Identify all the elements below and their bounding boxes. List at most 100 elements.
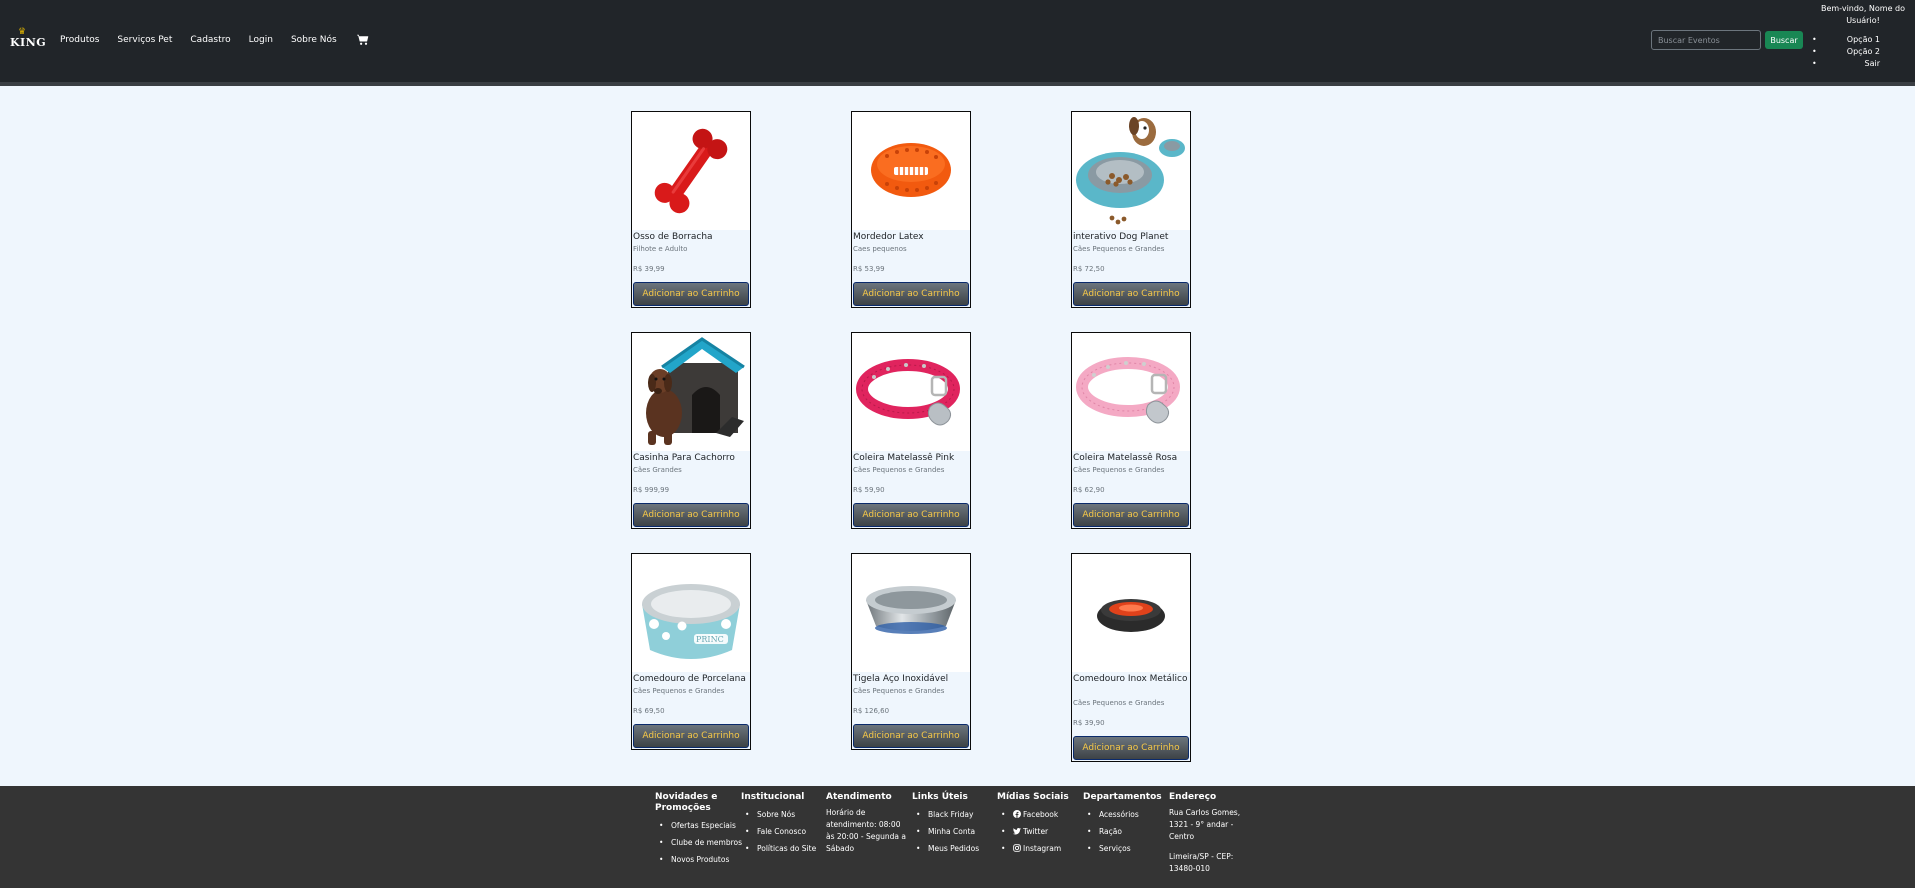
nav-link-servicos-pet[interactable]: Serviços Pet: [117, 33, 172, 47]
footer: Novidades e Promoções Ofertas Especiais …: [0, 786, 1915, 888]
footer-col-novidades: Novidades e Promoções Ofertas Especiais …: [655, 792, 742, 868]
product-subtitle: Cães Pequenos e Grandes: [1073, 699, 1165, 707]
product-title: Casinha Para Cachorro: [633, 453, 735, 463]
footer-link-label: Twitter: [1023, 827, 1049, 836]
footer-link[interactable]: Clube de membros: [655, 834, 742, 851]
product-title: interativo Dog Planet: [1073, 232, 1169, 242]
nav-link-sobre-nos[interactable]: Sobre Nós: [291, 33, 337, 47]
product-price: R$ 126,60: [853, 707, 890, 715]
product-card: Casinha Para Cachorro Cães Grandes R$ 99…: [631, 332, 751, 529]
user-menu-logout[interactable]: Sair: [1810, 58, 1910, 70]
footer-col-departamentos: Departamentos Acessórios Ração Serviços: [1083, 792, 1167, 857]
footer-heading: Atendimento: [826, 792, 892, 802]
footer-link[interactable]: Políticas do Site: [741, 840, 825, 857]
rose-collar-image[interactable]: [1072, 333, 1190, 451]
product-title: Coleira Matelassê Pink: [853, 453, 955, 463]
main-nav: Produtos Serviços Pet Cadastro Login Sob…: [60, 33, 369, 47]
logo-text: KING: [10, 36, 47, 49]
footer-link[interactable]: Ração: [1083, 823, 1167, 840]
footer-link-label: Facebook: [1023, 810, 1059, 819]
footer-col-institucional: Institucional Sobre Nós Fale Conosco Pol…: [741, 792, 825, 857]
footer-col-atendimento: Atendimento Horário de atendimento: 08:0…: [826, 792, 906, 855]
footer-link-twitter[interactable]: Twitter: [997, 823, 1081, 840]
footer-link[interactable]: Fale Conosco: [741, 823, 825, 840]
footer-link[interactable]: Novos Produtos: [655, 851, 739, 868]
product-subtitle: Cães Pequenos e Grandes: [1073, 466, 1165, 474]
product-card: Coleira Matelassê Rosa Cães Pequenos e G…: [1071, 332, 1191, 529]
latex-football-image[interactable]: [852, 112, 970, 230]
king-logo[interactable]: ♛ KING: [10, 28, 46, 52]
user-menu-option-1[interactable]: Opção 1: [1810, 34, 1910, 46]
product-card: Coleira Matelassê Pink Cães Pequenos e G…: [851, 332, 971, 529]
product-price: R$ 62,90: [1073, 486, 1105, 494]
add-to-cart-button[interactable]: Adicionar ao Carrinho: [1073, 503, 1189, 527]
footer-col-links-uteis: Links Úteis Black Friday Minha Conta Meu…: [912, 792, 996, 857]
cart-icon[interactable]: [356, 34, 369, 46]
porcelain-bowl-image[interactable]: PRINC: [632, 554, 750, 672]
search-input[interactable]: [1651, 30, 1761, 50]
footer-address-cep: Limeira/SP - CEP: 13480-010: [1169, 852, 1234, 873]
steel-bowl-image[interactable]: [852, 554, 970, 672]
product-price: R$ 69,50: [633, 707, 665, 715]
twitter-icon: [1013, 827, 1021, 835]
product-price: R$ 59,90: [853, 486, 885, 494]
footer-hours-text: Horário de atendimento: 08:00 às 20:00 -…: [826, 808, 906, 853]
product-subtitle: Cães Pequenos e Grandes: [853, 466, 945, 474]
svg-text:PRINC: PRINC: [696, 635, 724, 644]
footer-link[interactable]: Minha Conta: [912, 823, 996, 840]
add-to-cart-button[interactable]: Adicionar ao Carrinho: [853, 503, 969, 527]
footer-heading: Links Úteis: [912, 792, 968, 802]
product-card: Osso de Borracha Filhote e Adulto R$ 39,…: [631, 111, 751, 308]
product-subtitle: Filhote e Adulto: [633, 245, 688, 253]
dog-house-image[interactable]: [632, 333, 750, 451]
footer-link-facebook[interactable]: Facebook: [997, 806, 1081, 823]
pink-collar-image[interactable]: [852, 333, 970, 451]
instagram-icon: [1013, 844, 1021, 852]
product-card: Comedouro Inox Metálico Cães Pequenos e …: [1071, 553, 1191, 762]
nav-link-produtos[interactable]: Produtos: [60, 33, 99, 47]
footer-link-instagram[interactable]: Instagram: [997, 840, 1081, 857]
footer-col-midias: Mídias Sociais Facebook Twitter Instagra…: [997, 792, 1081, 857]
footer-link[interactable]: Acessórios: [1083, 806, 1167, 823]
product-subtitle: Cães Pequenos e Grandes: [633, 687, 725, 695]
add-to-cart-button[interactable]: Adicionar ao Carrinho: [853, 724, 969, 748]
footer-link[interactable]: Meus Pedidos: [912, 840, 996, 857]
add-to-cart-button[interactable]: Adicionar ao Carrinho: [633, 282, 749, 306]
product-card: Mordedor Latex Caes pequenos R$ 53,99 Ad…: [851, 111, 971, 308]
top-navbar: ♛ KING Produtos Serviços Pet Cadastro Lo…: [0, 0, 1915, 82]
product-subtitle: Cães Pequenos e Grandes: [1073, 245, 1165, 253]
add-to-cart-button[interactable]: Adicionar ao Carrinho: [1073, 282, 1189, 306]
product-card: PRINC Comedouro de Porcelana Cães Pequen…: [631, 553, 751, 750]
footer-link[interactable]: Serviços: [1083, 840, 1167, 857]
product-subtitle: Caes pequenos: [853, 245, 907, 253]
nav-link-login[interactable]: Login: [249, 33, 273, 47]
add-to-cart-button[interactable]: Adicionar ao Carrinho: [853, 282, 969, 306]
search-button[interactable]: Buscar: [1765, 31, 1803, 49]
product-card: interativo Dog Planet Cães Pequenos e Gr…: [1071, 111, 1191, 308]
product-card: Tigela Aço Inoxidável Cães Pequenos e Gr…: [851, 553, 971, 750]
user-menu-option-2[interactable]: Opção 2: [1810, 46, 1910, 58]
add-to-cart-button[interactable]: Adicionar ao Carrinho: [1073, 736, 1189, 760]
product-subtitle: Cães Pequenos e Grandes: [853, 687, 945, 695]
product-price: R$ 72,50: [1073, 265, 1105, 273]
add-to-cart-button[interactable]: Adicionar ao Carrinho: [633, 724, 749, 748]
user-menu: Opção 1 Opção 2 Sair: [1810, 34, 1910, 70]
footer-link[interactable]: Ofertas Especiais: [655, 817, 739, 834]
product-price: R$ 39,90: [1073, 719, 1105, 727]
nav-link-cadastro[interactable]: Cadastro: [190, 33, 230, 47]
rubber-bone-image[interactable]: [632, 112, 750, 230]
footer-heading: Institucional: [741, 792, 805, 802]
add-to-cart-button[interactable]: Adicionar ao Carrinho: [633, 503, 749, 527]
footer-link[interactable]: Sobre Nós: [741, 806, 825, 823]
footer-heading: Novidades e Promoções: [655, 792, 718, 813]
product-title: Comedouro de Porcelana: [633, 674, 746, 684]
product-price: R$ 39,99: [633, 265, 665, 273]
product-title: Tigela Aço Inoxidável: [853, 674, 949, 684]
footer-heading: Departamentos: [1083, 792, 1162, 802]
interactive-feeder-image[interactable]: [1072, 112, 1190, 230]
footer-address-line: Rua Carlos Gomes, 1321 - 9° andar - Cent…: [1169, 808, 1241, 841]
footer-link[interactable]: Black Friday: [912, 806, 996, 823]
product-title: Comedouro Inox Metálico: [1073, 674, 1188, 684]
metal-bowl-image[interactable]: [1072, 554, 1190, 672]
footer-heading: Mídias Sociais: [997, 792, 1069, 802]
